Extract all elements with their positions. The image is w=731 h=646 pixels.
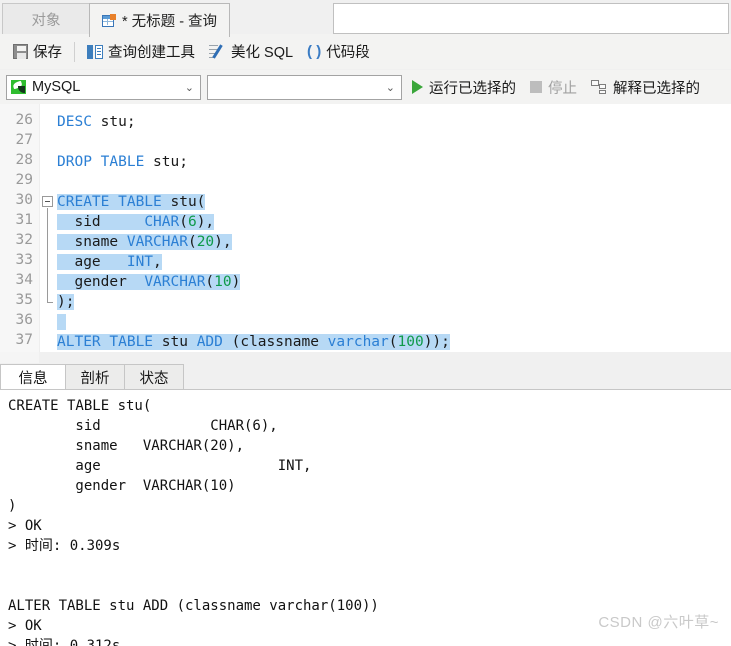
database-select[interactable]: MySQL ⌄ xyxy=(6,74,201,100)
beautify-pen-icon xyxy=(209,44,226,59)
panel-splitter[interactable] xyxy=(0,352,731,364)
code-line[interactable]: DESC stu; xyxy=(0,112,731,132)
navicat-query-window: 对象 * 无标题 - 查询 保存 查询创建工具 美化 SQL () 代码段 M… xyxy=(0,0,731,646)
stop-label: 停止 xyxy=(548,80,577,97)
parentheses-icon: ( ) xyxy=(307,43,322,60)
message-output: CREATE TABLE stu( sid CHAR(6), sname VAR… xyxy=(0,390,731,646)
chevron-down-icon: ⌄ xyxy=(385,81,395,94)
save-floppy-icon xyxy=(13,44,28,59)
beautify-sql-label: 美化 SQL xyxy=(231,45,294,61)
code-line-text: age INT, xyxy=(57,254,162,270)
tab-objects-label: 对象 xyxy=(31,12,61,29)
stop-square-icon xyxy=(530,81,542,93)
code-line[interactable]: sid CHAR(6), xyxy=(0,212,731,232)
result-tab-1[interactable]: 信息 xyxy=(0,364,66,390)
code-line-text: DESC stu; xyxy=(57,114,136,130)
fold-guide-foot xyxy=(47,302,53,303)
query-grid-icon xyxy=(102,13,117,28)
code-line[interactable] xyxy=(0,172,731,192)
run-selected-button[interactable]: 运行已选择的 xyxy=(408,74,520,100)
csdn-watermark: CSDN @六叶草~ xyxy=(598,614,719,631)
code-line[interactable]: ALTER TABLE stu ADD (classname varchar(1… xyxy=(0,332,731,352)
query-builder-label: 查询创建工具 xyxy=(108,45,195,61)
code-snippet-label: 代码段 xyxy=(326,45,370,61)
code-line-text: sid CHAR(6), xyxy=(57,214,215,230)
code-line[interactable] xyxy=(0,312,731,332)
tab-objects[interactable]: 对象 xyxy=(2,3,90,34)
connection-toolbar: MySQL ⌄ ⌄ 运行已选择的 停止 解释已选择的 xyxy=(0,70,731,104)
window-tab-bar: 对象 * 无标题 - 查询 xyxy=(0,0,731,37)
stop-button[interactable]: 停止 xyxy=(526,74,581,100)
query-builder-button[interactable]: 查询创建工具 xyxy=(80,39,202,65)
tab-untitled-query-label: * 无标题 - 查询 xyxy=(122,14,218,30)
result-tab-label: 状态 xyxy=(139,371,169,387)
code-snippet-button[interactable]: ( ) 代码段 xyxy=(300,39,377,65)
code-line[interactable]: DROP TABLE stu; xyxy=(0,152,731,172)
sql-editor[interactable]: 26 DESC stu; 27 28 DROP TABLE stu; 29 30 CREATE… xyxy=(0,104,731,352)
splitter-grip xyxy=(0,352,39,363)
code-line[interactable]: ); xyxy=(0,292,731,312)
tab-untitled-query[interactable]: * 无标题 - 查询 xyxy=(89,3,231,37)
code-line-text: sname VARCHAR(20), xyxy=(57,234,232,250)
query-toolbar: 保存 查询创建工具 美化 SQL ( ) 代码段 xyxy=(0,34,731,70)
explain-plan-icon xyxy=(591,80,607,94)
fold-guide-line xyxy=(47,208,48,302)
schema-select[interactable]: ⌄ xyxy=(207,74,402,100)
play-triangle-icon xyxy=(412,80,423,94)
result-tab-label: 剖析 xyxy=(80,371,110,387)
code-line-text xyxy=(57,312,66,332)
code-line[interactable]: CREATE TABLE stu( xyxy=(0,192,731,212)
code-line[interactable]: age INT, xyxy=(0,252,731,272)
beautify-sql-button[interactable]: 美化 SQL xyxy=(202,39,300,65)
run-selected-label: 运行已选择的 xyxy=(429,80,516,97)
result-tab-3[interactable]: 状态 xyxy=(124,364,184,390)
code-line-text: CREATE TABLE stu( xyxy=(57,194,206,210)
result-tab-label: 信息 xyxy=(18,371,48,387)
code-line-text: ALTER TABLE stu ADD (classname varchar(1… xyxy=(57,334,450,350)
code-line[interactable]: gender VARCHAR(10) xyxy=(0,272,731,292)
result-tab-2[interactable]: 剖析 xyxy=(65,364,125,390)
code-line[interactable] xyxy=(0,132,731,152)
code-line-text: ); xyxy=(57,294,75,310)
save-button[interactable]: 保存 xyxy=(6,39,69,65)
tab-bar-empty-area xyxy=(333,3,729,34)
chevron-down-icon: ⌄ xyxy=(184,81,194,94)
mysql-dolphin-icon xyxy=(11,80,26,94)
code-line-text: DROP TABLE stu; xyxy=(57,154,188,170)
fold-collapse-icon[interactable] xyxy=(42,196,53,207)
save-button-label: 保存 xyxy=(33,45,62,61)
code-line[interactable]: sname VARCHAR(20), xyxy=(0,232,731,252)
explain-selected-button[interactable]: 解释已选择的 xyxy=(587,74,704,100)
toolbar-separator xyxy=(74,41,75,62)
result-tab-bar: 信息 剖析 状态 xyxy=(0,364,731,390)
explain-selected-label: 解释已选择的 xyxy=(613,80,700,97)
query-builder-icon xyxy=(87,44,103,59)
code-line-text: gender VARCHAR(10) xyxy=(57,274,241,290)
database-select-value: MySQL xyxy=(32,79,81,95)
